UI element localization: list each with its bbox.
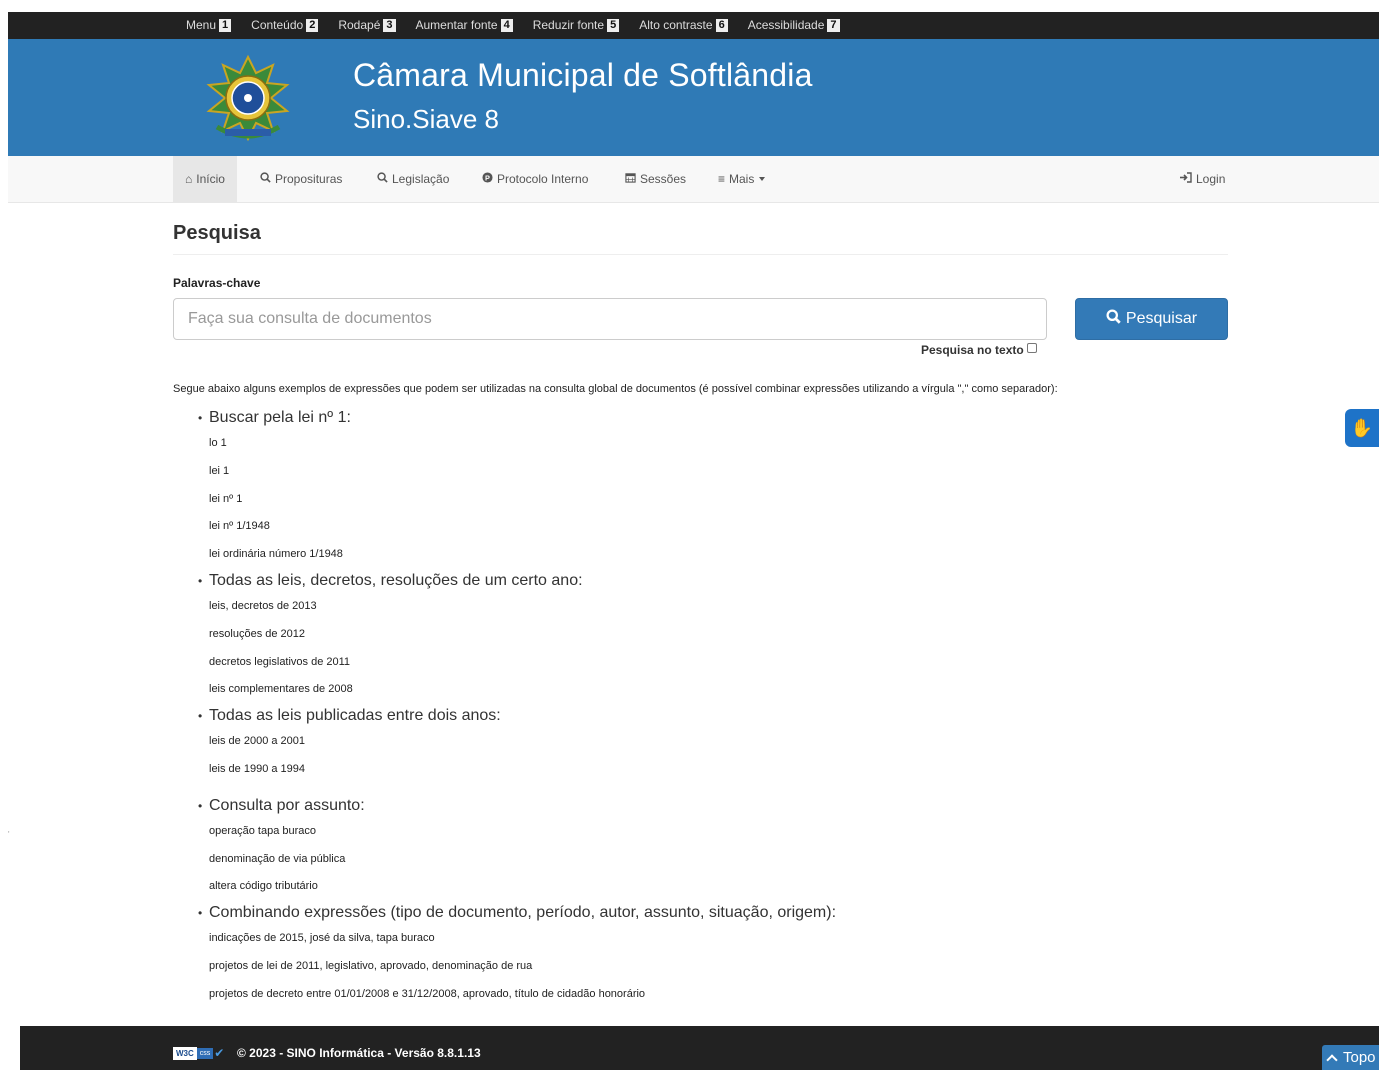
- accesskey-badge: 4: [500, 18, 513, 32]
- example-item: lei nº 1: [209, 492, 243, 505]
- example-group-title: Combinando expressões (tipo de documento…: [209, 904, 837, 922]
- acc-link-rodape[interactable]: Rodapé 3: [338, 18, 396, 32]
- title-divider: [173, 254, 1228, 255]
- page-title: Pesquisa: [173, 222, 261, 244]
- nav-sessoes[interactable]: Sessões: [613, 156, 698, 202]
- calendar-icon: [625, 172, 636, 186]
- example-group: • Combinando expressões (tipo de document…: [173, 901, 1228, 1008]
- edge-mark: ': [8, 830, 10, 839]
- nav-inicio[interactable]: ⌂ Início: [173, 156, 237, 202]
- nav-proposituras[interactable]: Proposituras: [248, 156, 354, 202]
- accesskey-badge: 3: [383, 18, 396, 32]
- nav-login[interactable]: Login: [1168, 156, 1237, 202]
- example-item: lei ordinária número 1/1948: [209, 548, 343, 561]
- bullet-icon: •: [198, 906, 203, 921]
- keywords-label: Palavras-chave: [173, 276, 261, 290]
- protocol-icon: P: [482, 172, 493, 186]
- w3c-css-badge[interactable]: W3C css ✔: [173, 1046, 224, 1060]
- acc-link-menu[interactable]: Menu 1: [186, 18, 232, 32]
- site-subtitle: Sino.Siave 8: [353, 104, 499, 134]
- examples-intro: Segue abaixo alguns exemplos de expressõ…: [173, 383, 1058, 395]
- menu-icon: ≡: [718, 172, 726, 186]
- example-group: • Consulta por assunto: operação tapa bur…: [173, 794, 1228, 901]
- chevron-up-icon: [1326, 1053, 1338, 1066]
- accesskey-badge: 5: [607, 18, 620, 32]
- main-navbar: ⌂ Início Proposituras Legislação P Protoc…: [8, 156, 1379, 203]
- example-item: indicações de 2015, josé da silva, tapa …: [209, 932, 435, 945]
- accesskey-badge: 7: [827, 18, 840, 32]
- site-header: Câmara Municipal de Softlândia Sino.Siav…: [8, 39, 1379, 156]
- acc-link-acessibilidade[interactable]: Acessibilidade 7: [748, 18, 840, 32]
- hands-icon: ✋: [1350, 417, 1374, 438]
- example-item: lei 1: [209, 464, 230, 477]
- nav-legislacao[interactable]: Legislação: [365, 156, 461, 202]
- search-button[interactable]: Pesquisar: [1075, 298, 1228, 340]
- login-icon: [1180, 172, 1192, 186]
- accesskey-badge: 2: [306, 18, 319, 32]
- accesskey-badge: 1: [219, 18, 232, 32]
- example-item: projetos de decreto entre 01/01/2008 e 3…: [209, 987, 646, 1000]
- example-group: • Buscar pela lei nº 1: lo 1 lei 1 lei nº…: [173, 406, 1228, 569]
- sign-language-widget-button[interactable]: ✋: [1345, 409, 1379, 447]
- accesskey-badge: 6: [715, 18, 728, 32]
- search-input[interactable]: [173, 298, 1047, 340]
- example-item: denominação de via pública: [209, 852, 346, 865]
- bullet-icon: •: [198, 709, 203, 724]
- fulltext-checkbox[interactable]: [1026, 343, 1037, 353]
- example-group-title: Buscar pela lei nº 1:: [209, 409, 351, 426]
- example-item: altera código tributário: [209, 880, 318, 893]
- example-group-title: Consulta por assunto:: [209, 796, 365, 814]
- acc-link-aumentar-fonte[interactable]: Aumentar fonte 4: [416, 18, 513, 32]
- example-group: • Todas as leis publicadas entre dois ano…: [173, 704, 1228, 784]
- home-icon: ⌂: [185, 172, 193, 186]
- example-item: operação tapa buraco: [209, 824, 317, 837]
- acc-link-reduzir-fonte[interactable]: Reduzir fonte 5: [533, 18, 620, 32]
- example-group-title: Todas as leis publicadas entre dois anos…: [209, 707, 501, 725]
- site-footer: W3C css ✔ © 2023 - SINO Informática - Vers…: [20, 1026, 1379, 1070]
- example-item: leis de 1990 a 1994: [209, 762, 306, 775]
- bullet-icon: •: [198, 573, 203, 588]
- svg-text:P: P: [485, 173, 490, 182]
- copyright-text: © 2023 - SINO Informática - Versão 8.8.1…: [237, 1046, 481, 1060]
- search-icon: [377, 172, 388, 186]
- bullet-icon: •: [198, 411, 203, 425]
- search-icon: [1106, 309, 1121, 329]
- example-item: leis, decretos de 2013: [209, 599, 317, 612]
- example-group: • Todas as leis, decretos, resoluções de …: [173, 569, 1228, 704]
- example-item: lei nº 1/1948: [209, 520, 270, 533]
- acc-link-conteudo[interactable]: Conteúdo 2: [251, 18, 319, 32]
- brasao-icon[interactable]: [203, 53, 293, 143]
- nav-protocolo-interno[interactable]: P Protocolo Interno: [470, 156, 600, 202]
- fulltext-label: Pesquisa no texto: [921, 343, 1024, 357]
- example-item: leis complementares de 2008: [209, 683, 353, 696]
- back-to-top-button[interactable]: Topo: [1322, 1045, 1379, 1070]
- example-item: decretos legislativos de 2011: [209, 655, 351, 668]
- fulltext-option: Pesquisa no texto: [921, 343, 1037, 357]
- acc-link-alto-contraste[interactable]: Alto contraste 6: [639, 18, 728, 32]
- example-group-title: Todas as leis, decretos, resoluções de u…: [209, 571, 583, 589]
- example-item: leis de 2000 a 2001: [209, 735, 306, 748]
- accessibility-bar: Menu 1 Conteúdo 2 Rodapé 3 Aumentar fonte 4 …: [8, 12, 1379, 39]
- nav-mais-dropdown[interactable]: ≡ Mais: [706, 156, 777, 202]
- example-item: resoluções de 2012: [209, 627, 306, 640]
- bullet-icon: •: [198, 798, 203, 813]
- examples-list: • Buscar pela lei nº 1: lo 1 lei 1 lei nº…: [173, 406, 1228, 1009]
- example-item: lo 1: [209, 437, 227, 449]
- search-icon: [260, 172, 271, 186]
- check-icon: ✔: [214, 1046, 225, 1060]
- example-item: projetos de lei de 2011, legislativo, ap…: [209, 959, 533, 972]
- site-title[interactable]: Câmara Municipal de Softlândia: [353, 57, 813, 94]
- caret-down-icon: [759, 177, 766, 181]
